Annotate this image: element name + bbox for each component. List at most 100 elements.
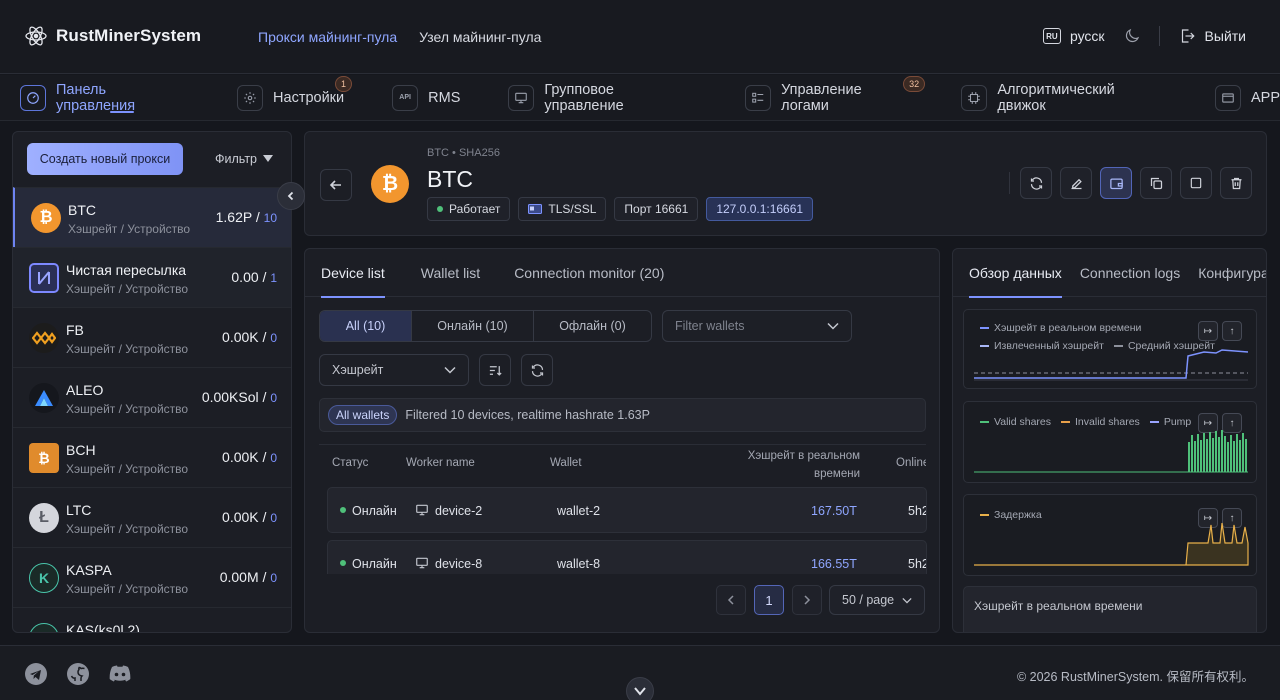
coin-stats: 0.00M / 0 — [220, 569, 277, 585]
collapse-sidebar-button[interactable] — [277, 182, 305, 210]
list-item-ltc[interactable]: Ł LTC Хэшрейт / Устройство 0.00K / 0 — [13, 487, 291, 547]
list-item-kaspa[interactable]: K KASPA Хэшрейт / Устройство 0.00M / 0 — [13, 547, 291, 607]
tab-dashboard[interactable]: Панель управления — [20, 75, 189, 121]
filter-all[interactable]: All (10) — [320, 311, 412, 341]
discord-icon[interactable] — [107, 661, 133, 687]
tab-settings[interactable]: Настройки 1 — [237, 75, 353, 121]
moon-icon[interactable] — [1123, 27, 1141, 45]
shares-bar — [1197, 434, 1199, 472]
coin-name: BCH — [66, 442, 96, 458]
table-row[interactable]: Онлайн device-8 wallet-8 166.55T 5h2 — [327, 540, 927, 574]
chevron-down-icon — [634, 686, 646, 696]
tab-connection-logs[interactable]: Connection logs — [1080, 249, 1180, 297]
row-wallet: wallet-2 — [557, 504, 601, 518]
list-item-passthrough[interactable]: Чистая пересылка Хэшрейт / Устройство 0.… — [13, 247, 291, 307]
chevron-left-icon — [286, 191, 296, 201]
nav-pool-proxy[interactable]: Прокси майнинг-пула — [258, 29, 397, 45]
prev-page-button[interactable] — [716, 585, 746, 615]
tab-configuration[interactable]: Конфигура — [1198, 249, 1266, 297]
status-filter: All (10) Онлайн (10) Офлайн (0) — [319, 310, 652, 342]
app-title: RustMinerSystem — [56, 26, 202, 45]
atom-icon — [24, 24, 48, 48]
coin-stats: 0.00K / 0 — [222, 449, 277, 465]
tab-device-list[interactable]: Device list — [321, 249, 385, 298]
device-tabs: Device list Wallet list Connection monit… — [305, 249, 939, 298]
telegram-icon[interactable] — [23, 661, 49, 687]
language-switch[interactable]: RU русск — [1042, 28, 1105, 44]
github-icon[interactable] — [65, 661, 91, 687]
coin-name: FB — [66, 322, 84, 338]
back-button[interactable] — [320, 169, 352, 201]
shares-bar — [1230, 435, 1232, 472]
hashrate-plot — [974, 349, 1249, 381]
nav-pool-node[interactable]: Узел майнинг-пула — [419, 29, 541, 45]
restart-button[interactable] — [1020, 167, 1052, 199]
tab-connection-monitor[interactable]: Connection monitor (20) — [514, 249, 664, 297]
tab-label: Панель управления — [55, 81, 136, 114]
edit-button[interactable] — [1060, 167, 1092, 199]
row-hashrate: 166.55T — [811, 557, 857, 571]
coin-rate: 0.00K / — [222, 509, 271, 525]
wallet-button[interactable] — [1100, 167, 1132, 199]
next-page-button[interactable] — [792, 585, 822, 615]
filter-online[interactable]: Онлайн (10) — [412, 311, 534, 341]
list-item-fb[interactable]: FB Хэшрейт / Устройство 0.00K / 0 — [13, 307, 291, 367]
filter-offline[interactable]: Офлайн (0) — [534, 311, 651, 341]
tab-app[interactable]: APP — [1214, 75, 1280, 121]
all-wallets-chip[interactable]: All wallets — [328, 405, 398, 425]
coin-stats: 0.00K / 0 — [222, 329, 277, 345]
hashrate-chart: Хэшрейт в реальном времени Извлеченный х… — [963, 309, 1257, 389]
create-proxy-button[interactable]: Создать новый прокси — [27, 143, 183, 175]
list-item-kas-ks0[interactable]: K KAS(ks0l.2) — [13, 607, 291, 632]
chevron-right-icon — [803, 595, 811, 605]
column-wallet: Wallet — [550, 457, 582, 469]
list-item-btc[interactable]: ₿ BTC Хэшрейт / Устройство 1.62P / 10 — [13, 187, 291, 247]
tab-rms[interactable]: API RMS — [392, 75, 460, 121]
tab-wallet-list[interactable]: Wallet list — [421, 249, 480, 297]
list-item-bch[interactable]: ₿ BCH Хэшрейт / Устройство 0.00K / 0 — [13, 427, 291, 487]
coin-rate: 0.00K / — [222, 329, 271, 345]
app-logo[interactable]: RustMinerSystem — [24, 24, 201, 48]
proxy-tags: Работает TLS/SSL Порт 16661 127.0.0.1:16… — [427, 197, 814, 221]
tab-data-overview[interactable]: Обзор данных — [969, 249, 1062, 298]
tab-algorithm-engine[interactable]: Алгоритмический движок — [961, 75, 1167, 121]
logout-button[interactable]: Выйти — [1178, 27, 1246, 45]
window-icon — [1214, 84, 1241, 111]
filter-wallets-select[interactable]: Filter wallets — [662, 310, 852, 342]
table-row[interactable]: Онлайн device-2 wallet-2 167.50T 5h2 — [327, 487, 927, 533]
copy-button[interactable] — [1140, 167, 1172, 199]
shares-bar — [1206, 439, 1208, 472]
device-count: 0 — [270, 571, 277, 585]
address-badge[interactable]: 127.0.0.1:16661 — [706, 197, 814, 221]
delete-button[interactable] — [1220, 167, 1252, 199]
status-text: Работает — [449, 202, 501, 216]
copyright-text: © 2026 RustMinerSystem. 保留所有权利。 — [1016, 670, 1254, 684]
list-item-aleo[interactable]: ALEO Хэшрейт / Устройство 0.00KSol / 0 — [13, 367, 291, 427]
chip-icon — [961, 84, 988, 111]
page-button[interactable]: 1 — [754, 585, 784, 615]
column-worker-name: Worker name — [406, 457, 475, 469]
trash-icon — [1229, 176, 1244, 191]
shares-plot — [974, 430, 1248, 473]
shares-bar — [1224, 436, 1226, 472]
sort-order-button[interactable] — [479, 354, 511, 386]
tab-group-management[interactable]: Групповое управление — [508, 75, 697, 121]
chevron-down-icon — [444, 366, 456, 374]
tab-log-management[interactable]: Управление логами 32 — [745, 75, 926, 121]
coin-stats: 0.00K / 0 — [222, 509, 277, 525]
fractal-icon — [29, 323, 59, 353]
page-size-select[interactable]: 50 / page — [829, 585, 925, 615]
coin-stats: 0.00KSol / 0 — [202, 389, 277, 405]
copy-icon — [1149, 176, 1164, 191]
scroll-down-button[interactable] — [626, 677, 654, 700]
square-icon — [1189, 176, 1203, 190]
api-icon: API — [392, 84, 419, 111]
top-bar: RustMinerSystem Прокси майнинг-пула Узел… — [0, 0, 1280, 74]
refresh-icon — [530, 363, 545, 378]
refresh-button[interactable] — [521, 354, 553, 386]
filter-dropdown[interactable]: Фильтр — [215, 152, 273, 166]
coin-rate: 1.62P / — [215, 209, 264, 225]
id-card-icon — [528, 204, 543, 214]
stop-button[interactable] — [1180, 167, 1212, 199]
sort-select[interactable]: Хэшрейт — [319, 354, 469, 386]
